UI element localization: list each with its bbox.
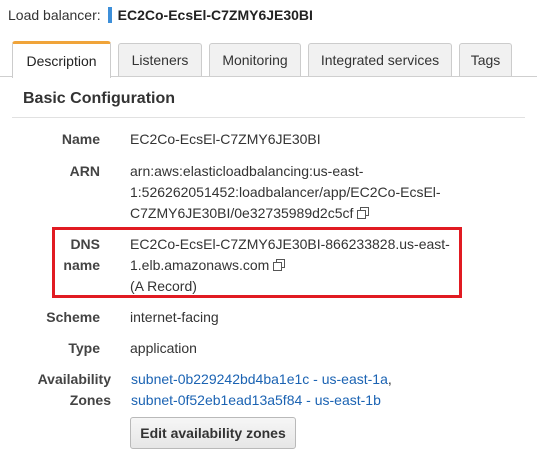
type-value: application [130, 340, 197, 356]
arn-line-3: C7ZMY6JE30BI/0e32735989d2c5cf [130, 203, 441, 224]
zones-label-line: Availability [37, 371, 111, 387]
name-value: EC2Co-EcsEl-C7ZMY6JE30BI [130, 131, 321, 147]
name-label: Name [61, 131, 100, 147]
tab-listeners[interactable]: Listeners [118, 43, 202, 76]
tab-label: Description [26, 53, 97, 69]
arn-value: arn:aws:elasticloadbalancing:us-east- 1:… [130, 161, 441, 224]
tab-bar: Description Listeners Monitoring Integra… [0, 41, 537, 78]
type-label: Type [68, 340, 100, 356]
tab-label: Integrated services [320, 52, 440, 68]
scheme-value: internet-facing [130, 309, 219, 325]
header-accent-bar [107, 7, 112, 23]
arn-label: ARN [69, 163, 100, 179]
zone-separator: , [387, 371, 392, 387]
subnet-link[interactable]: subnet-0f52eb1ead13a5f84 - us-east-1b [131, 392, 381, 408]
tab-integrated-services[interactable]: Integrated services [308, 43, 452, 76]
copy-icon[interactable] [357, 207, 370, 219]
arn-line: C7ZMY6JE30BI/0e32735989d2c5cf [130, 205, 354, 221]
zones-label-line: Zones [69, 392, 111, 408]
header-label: Load balancer: [8, 7, 101, 23]
tab-label: Monitoring [222, 52, 288, 68]
tab-description[interactable]: Description [12, 41, 111, 78]
tab-tags[interactable]: Tags [459, 43, 512, 76]
tab-label: Listeners [131, 52, 189, 68]
availability-zones-value: subnet-0b229242bd4ba1e1c - us-east-1a, s… [131, 369, 392, 411]
tab-label: Tags [470, 52, 501, 68]
edit-availability-zones-button[interactable]: Edit availability zones [130, 417, 296, 449]
section-divider [12, 117, 525, 118]
arn-line: 1:526262051452:loadbalancer/app/EC2Co-Ec… [130, 184, 441, 200]
page-header: Load balancer: EC2Co-EcsEl-C7ZMY6JE30BI [8, 0, 313, 30]
zone-row: subnet-0b229242bd4ba1e1c - us-east-1a, [131, 369, 392, 390]
tab-monitoring[interactable]: Monitoring [209, 43, 301, 76]
load-balancer-name: EC2Co-EcsEl-C7ZMY6JE30BI [117, 7, 313, 23]
subnet-link[interactable]: subnet-0b229242bd4ba1e1c - us-east-1a [131, 371, 388, 387]
highlight-box [52, 227, 462, 298]
scheme-label: Scheme [46, 309, 100, 325]
availability-zones-label: Availability Zones [11, 369, 111, 411]
arn-line: arn:aws:elasticloadbalancing:us-east- [130, 163, 364, 179]
zone-row: subnet-0f52eb1ead13a5f84 - us-east-1b [131, 390, 392, 411]
section-title: Basic Configuration [23, 90, 176, 107]
